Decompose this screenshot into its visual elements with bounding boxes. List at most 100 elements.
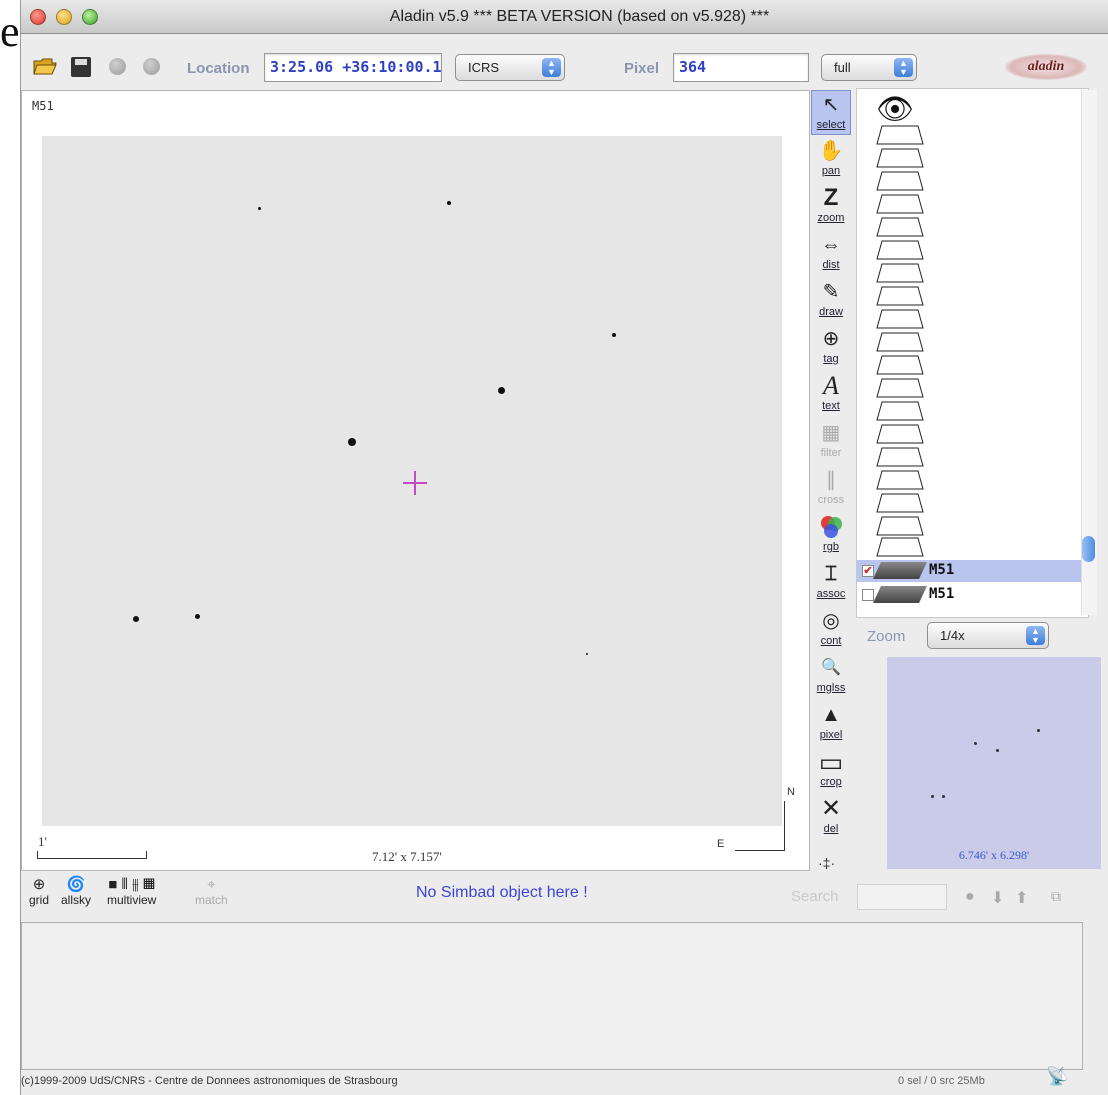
status-text: 0 sel / 0 src 25Mb — [898, 1075, 985, 1087]
empty-plane-icon[interactable] — [876, 424, 924, 444]
search-input[interactable] — [857, 884, 947, 910]
tool-select[interactable]: ↖ select — [811, 90, 851, 135]
layer-stack-scroll-thumb[interactable] — [1082, 536, 1095, 562]
contour-icon: ◎ — [822, 610, 840, 632]
tool-label: pixel — [819, 729, 843, 741]
frame-select[interactable]: ICRS ▲ ▼ — [455, 54, 565, 81]
layer-row-m51-active[interactable]: ✔ M51 — [857, 560, 1081, 582]
grid-label: grid — [29, 893, 50, 907]
empty-plane-icon[interactable] — [876, 470, 924, 490]
multiview-button[interactable]: ■ ⫴ ⫵ ▦ multiview — [107, 876, 157, 907]
multiview-label: multiview — [107, 893, 157, 907]
star — [447, 201, 451, 205]
scale-label: 1' — [38, 834, 47, 849]
tool-mglss[interactable]: 🔍 mglss — [811, 654, 851, 699]
open-folder-icon[interactable] — [33, 57, 57, 75]
zoom-select-value: 1/4x — [940, 628, 965, 643]
sky-image[interactable] — [42, 136, 782, 826]
empty-plane-icon[interactable] — [876, 516, 924, 536]
forward-button[interactable] — [143, 58, 160, 75]
empty-plane-icon[interactable] — [876, 493, 924, 513]
tool-dist[interactable]: ⇔ dist — [811, 231, 851, 276]
tool-rgb[interactable]: rgb — [811, 513, 851, 558]
compass-east-label: E — [717, 838, 725, 850]
zoom-select[interactable]: 1/4x ▲ ▼ — [927, 622, 1049, 649]
hand-icon: ✋ — [818, 140, 844, 162]
layer-visible-checkbox[interactable] — [862, 589, 874, 601]
empty-plane-icon[interactable] — [876, 355, 924, 375]
eye-icon[interactable]: 👁 — [876, 95, 914, 125]
tool-label: filter — [820, 447, 842, 459]
empty-plane-icon[interactable] — [876, 148, 924, 168]
empty-plane-icon[interactable] — [876, 171, 924, 191]
updown-arrows-icon: ▲ ▼ — [894, 58, 913, 77]
back-button[interactable] — [109, 58, 126, 75]
empty-plane-icon[interactable] — [876, 378, 924, 398]
empty-plane-icon[interactable] — [876, 332, 924, 352]
star — [586, 653, 588, 655]
memory-radio-icon[interactable]: 📡 — [1046, 1066, 1068, 1087]
main-view[interactable]: M51 1' 7.12' x 7.157' N E — [21, 90, 810, 871]
pixel-mode-value: full — [834, 60, 851, 75]
pixel-mode-select[interactable]: full ▲ ▼ — [821, 54, 917, 81]
location-input[interactable]: 3:25.06 +36:10:00.1 — [264, 53, 442, 82]
crop-icon: ▭ — [818, 747, 844, 777]
empty-plane-icon[interactable] — [876, 125, 924, 145]
layer-row-m51[interactable]: M51 — [857, 584, 1081, 606]
empty-plane-icon[interactable] — [876, 401, 924, 421]
frame-select-value: ICRS — [468, 60, 500, 75]
zoom-overview[interactable] — [887, 657, 1101, 869]
tool-label: rgb — [823, 541, 839, 553]
empty-plane-icon[interactable] — [876, 217, 924, 237]
compass-icon — [735, 801, 785, 851]
layer-visible-checkbox[interactable]: ✔ — [862, 565, 874, 577]
empty-plane-icon[interactable] — [876, 447, 924, 467]
rgb-circles-icon — [811, 513, 851, 541]
aladin-logo[interactable]: aladin — [1005, 54, 1087, 80]
search-next-icon[interactable]: ⬇ — [991, 888, 1004, 908]
grid-button[interactable]: ⊕ grid — [29, 877, 50, 907]
galaxy-icon: 🌀 — [66, 876, 86, 893]
assoc-icon: ⌶ — [825, 563, 837, 585]
tool-text[interactable]: A text — [811, 372, 851, 417]
search-go-button[interactable]: ● — [965, 888, 975, 906]
tool-cont[interactable]: ◎ cont — [811, 607, 851, 652]
save-icon[interactable] — [71, 57, 91, 77]
tool-cross[interactable]: ∥ cross — [811, 466, 851, 511]
star — [133, 616, 139, 622]
empty-plane-icon[interactable] — [876, 263, 924, 283]
empty-plane-icon[interactable] — [876, 286, 924, 306]
zoom-label: Zoom — [867, 628, 906, 645]
pan-arrows-icon[interactable]: ·‡· — [818, 855, 835, 871]
view-plane-label: M51 — [32, 99, 54, 113]
tool-filter[interactable]: ▦ filter — [811, 419, 851, 464]
layer-thumbnail — [873, 562, 927, 579]
empty-plane-icon[interactable] — [876, 537, 924, 557]
star — [498, 387, 505, 394]
multiview-icon: ■ ⫴ ⫵ ▦ — [108, 876, 156, 893]
tool-pixel[interactable]: ▲ pixel — [811, 701, 851, 746]
console-panel[interactable] — [21, 922, 1083, 1070]
tool-pan[interactable]: ✋ pan — [811, 137, 851, 182]
tool-tag[interactable]: ⊕ tag — [811, 325, 851, 370]
empty-plane-icon[interactable] — [876, 194, 924, 214]
updown-arrows-icon: ▲ ▼ — [542, 58, 561, 77]
tool-label: assoc — [816, 588, 846, 600]
external-window-icon[interactable]: ⧉ — [1051, 888, 1061, 905]
search-prev-icon[interactable]: ⬆ — [1015, 888, 1028, 908]
tool-draw[interactable]: ✎ draw — [811, 278, 851, 323]
tool-label: zoom — [817, 212, 845, 224]
overview-star — [942, 795, 945, 798]
overview-star — [931, 795, 934, 798]
empty-plane-icon[interactable] — [876, 240, 924, 260]
empty-plane-icon[interactable] — [876, 309, 924, 329]
tool-assoc[interactable]: ⌶ assoc — [811, 560, 851, 605]
match-label: match — [195, 893, 228, 907]
tool-del[interactable]: ✕ del — [811, 795, 851, 840]
match-button[interactable]: ⌖ match — [195, 877, 228, 907]
tool-zoom[interactable]: Z zoom — [811, 184, 851, 229]
scale-bar — [37, 851, 147, 859]
allsky-button[interactable]: 🌀 allsky — [61, 876, 91, 907]
tool-crop[interactable]: ▭ crop — [811, 748, 851, 793]
pixel-value-field[interactable]: 364 — [673, 53, 809, 82]
